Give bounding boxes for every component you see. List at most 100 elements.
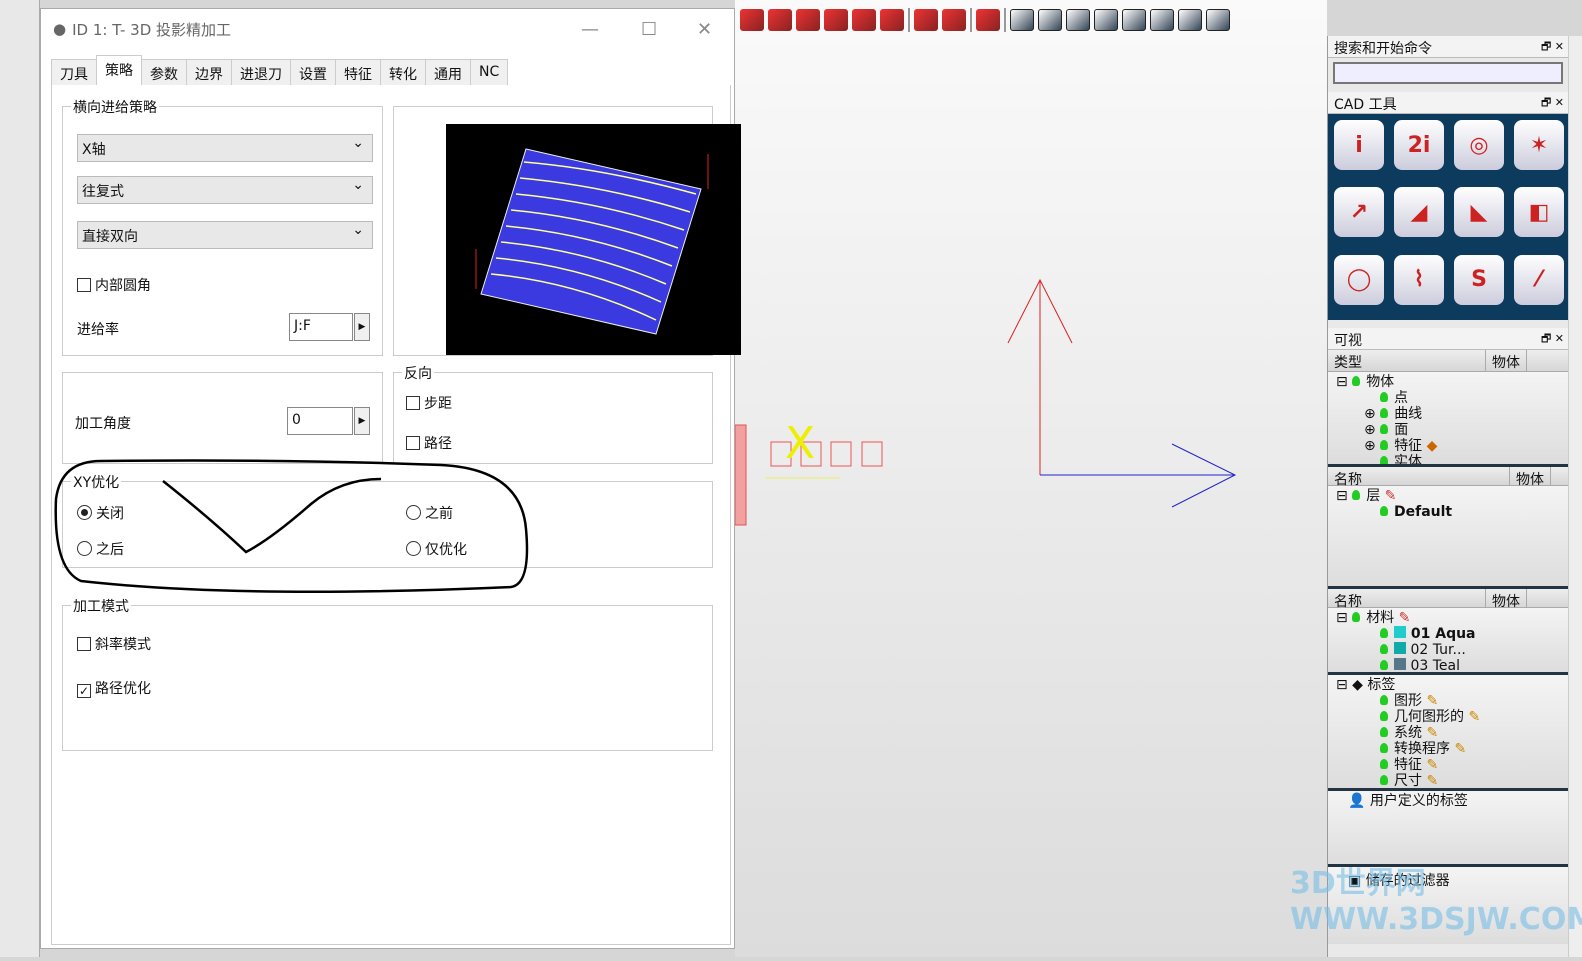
radio[interactable] bbox=[406, 541, 421, 556]
graphics-viewport[interactable]: X bbox=[734, 0, 1327, 957]
angle-input[interactable]: 0 bbox=[287, 407, 353, 435]
tab-parameters[interactable]: 参数 bbox=[141, 59, 187, 85]
tree-item[interactable]: 点 bbox=[1336, 390, 1568, 406]
axis-select[interactable]: X轴 bbox=[77, 134, 373, 162]
direction-select[interactable]: 直接双向 bbox=[77, 221, 373, 249]
tree-item[interactable]: 系统 ✎ bbox=[1336, 725, 1568, 741]
radio-optimize-only[interactable]: 仅优化 bbox=[406, 539, 467, 559]
column-object[interactable]: 物体 bbox=[1510, 467, 1551, 488]
toolbar-solid-icon[interactable] bbox=[796, 9, 820, 31]
panel-close-icon[interactable]: 🗗 ✕ bbox=[1541, 330, 1564, 349]
tab-nc[interactable]: NC bbox=[470, 59, 509, 85]
tree-item[interactable]: Default bbox=[1336, 504, 1568, 520]
curve-dimension-icon[interactable]: ↗ bbox=[1334, 187, 1384, 238]
view-cube-icon[interactable] bbox=[1178, 9, 1202, 31]
checkbox[interactable]: ✓ bbox=[77, 684, 91, 698]
tab-strategy[interactable]: 策略 bbox=[96, 55, 142, 85]
pattern-select[interactable]: 往复式 bbox=[77, 176, 373, 204]
column-object[interactable]: 物体 bbox=[1486, 350, 1527, 371]
tree-item[interactable]: 特征 ✎ bbox=[1336, 757, 1568, 773]
tree-item[interactable]: 转换程序 ✎ bbox=[1336, 741, 1568, 757]
radio[interactable] bbox=[77, 541, 92, 556]
view-cube-icon[interactable] bbox=[1206, 9, 1230, 31]
tree-item[interactable]: ⊕ 曲线 bbox=[1336, 406, 1568, 422]
reverse-step-checkbox[interactable]: 步距 bbox=[406, 393, 452, 413]
checkbox[interactable] bbox=[406, 396, 420, 410]
tree-item[interactable]: 01 Aqua bbox=[1336, 626, 1568, 642]
view-cube-icon[interactable] bbox=[1150, 9, 1174, 31]
spline-icon[interactable]: S bbox=[1454, 254, 1504, 305]
viewport-handle[interactable] bbox=[734, 424, 747, 526]
column-name[interactable]: 名称 bbox=[1328, 589, 1486, 610]
toolbar-solid-icon[interactable] bbox=[824, 9, 848, 31]
search-input[interactable] bbox=[1333, 62, 1563, 84]
tab-features[interactable]: 特征 bbox=[335, 59, 381, 85]
minimize-button[interactable]: — bbox=[581, 19, 599, 40]
toolbar-surface-icon[interactable] bbox=[942, 9, 966, 31]
panel-close-icon[interactable]: 🗗 ✕ bbox=[1541, 94, 1564, 113]
tree-item[interactable]: 03 Teal bbox=[1336, 658, 1568, 672]
maximize-button[interactable]: ☐ bbox=[641, 19, 657, 40]
panel-close-icon[interactable]: 🗗 ✕ bbox=[1541, 38, 1564, 57]
reverse-path-checkbox[interactable]: 路径 bbox=[406, 433, 452, 453]
star-info-icon[interactable]: ✶ bbox=[1514, 120, 1564, 170]
glasses-icon[interactable]: ◎ bbox=[1454, 120, 1504, 170]
surface-normal-icon[interactable]: ◣ bbox=[1454, 187, 1504, 238]
tree-item[interactable]: ⊕ 面 bbox=[1336, 422, 1568, 438]
toolbar-shade-icon[interactable] bbox=[976, 9, 1000, 31]
view-cube-icon[interactable] bbox=[1066, 9, 1090, 31]
tab-boundary[interactable]: 边界 bbox=[186, 59, 232, 85]
radio-after[interactable]: 之后 bbox=[77, 539, 124, 559]
tree-item[interactable]: ⊟ 材料 ✎ bbox=[1336, 610, 1568, 626]
tab-settings[interactable]: 设置 bbox=[290, 59, 336, 85]
tree-item[interactable]: ⊟ ◆ 标签 bbox=[1336, 677, 1568, 693]
right-scrollbar[interactable] bbox=[1568, 36, 1582, 957]
user-labels-item[interactable]: 👤 用户定义的标签 bbox=[1328, 788, 1568, 864]
tab-lead-in-out[interactable]: 进退刀 bbox=[231, 59, 291, 85]
tab-transform[interactable]: 转化 bbox=[380, 59, 426, 85]
radio[interactable] bbox=[77, 505, 92, 520]
info-two-icon[interactable]: 2i bbox=[1394, 120, 1444, 170]
feed-arrow-button[interactable]: ▶ bbox=[354, 313, 370, 341]
radio-off[interactable]: 关闭 bbox=[77, 503, 124, 523]
toolbar-solid-icon[interactable] bbox=[740, 9, 764, 31]
radius-icon[interactable]: ◯ bbox=[1334, 254, 1384, 305]
surface-curve-icon[interactable]: ◢ bbox=[1394, 187, 1444, 238]
tab-general[interactable]: 通用 bbox=[425, 59, 471, 85]
tree-item[interactable]: ⊟ 层 ✎ bbox=[1336, 488, 1568, 504]
path-optimize-checkbox[interactable]: ✓ 路径优化 bbox=[77, 678, 151, 698]
tab-tool[interactable]: 刀具 bbox=[51, 59, 97, 85]
tree-item[interactable]: ⊟ 物体 bbox=[1336, 374, 1568, 390]
checkbox[interactable] bbox=[77, 637, 91, 651]
feed-input[interactable]: J:F bbox=[289, 313, 353, 341]
toolbar-grid-icon[interactable] bbox=[880, 9, 904, 31]
column-name[interactable]: 名称 bbox=[1328, 467, 1510, 488]
toolbar-solid-icon[interactable] bbox=[852, 9, 876, 31]
checkbox[interactable] bbox=[77, 278, 91, 292]
surface-select-icon[interactable]: ◧ bbox=[1514, 187, 1564, 238]
toolbar-solid-icon[interactable] bbox=[768, 9, 792, 31]
view-cube-icon[interactable] bbox=[1094, 9, 1118, 31]
checkbox[interactable] bbox=[406, 436, 420, 450]
curve-edit-icon[interactable]: ⌇ bbox=[1394, 254, 1444, 305]
angle-arrow-button[interactable]: ▶ bbox=[354, 407, 370, 435]
tree-item[interactable]: 几何图形的 ✎ bbox=[1336, 709, 1568, 725]
toolbar-surface-icon[interactable] bbox=[914, 9, 938, 31]
line-icon[interactable]: ⁄ bbox=[1514, 254, 1564, 305]
tree-item[interactable]: 图形 ✎ bbox=[1336, 693, 1568, 709]
info-icon[interactable]: i bbox=[1334, 120, 1384, 170]
inner-fillet-checkbox[interactable]: 内部圆角 bbox=[77, 275, 151, 295]
radio[interactable] bbox=[406, 505, 421, 520]
view-cube-icon[interactable] bbox=[1038, 9, 1062, 31]
tree-item[interactable]: 实体 bbox=[1336, 454, 1568, 464]
radio-before[interactable]: 之前 bbox=[406, 503, 453, 523]
slope-mode-checkbox[interactable]: 斜率模式 bbox=[77, 634, 151, 654]
view-cube-icon[interactable] bbox=[1010, 9, 1034, 31]
column-object[interactable]: 物体 bbox=[1486, 589, 1527, 610]
close-button[interactable]: ✕ bbox=[697, 19, 712, 40]
tree-item[interactable]: ⊕ 特征 ◆ bbox=[1336, 438, 1568, 454]
tree-item[interactable]: 尺寸 ✎ bbox=[1336, 773, 1568, 789]
column-type[interactable]: 类型 bbox=[1328, 350, 1486, 371]
view-cube-icon[interactable] bbox=[1122, 9, 1146, 31]
tree-item[interactable]: 02 Tur... bbox=[1336, 642, 1568, 658]
